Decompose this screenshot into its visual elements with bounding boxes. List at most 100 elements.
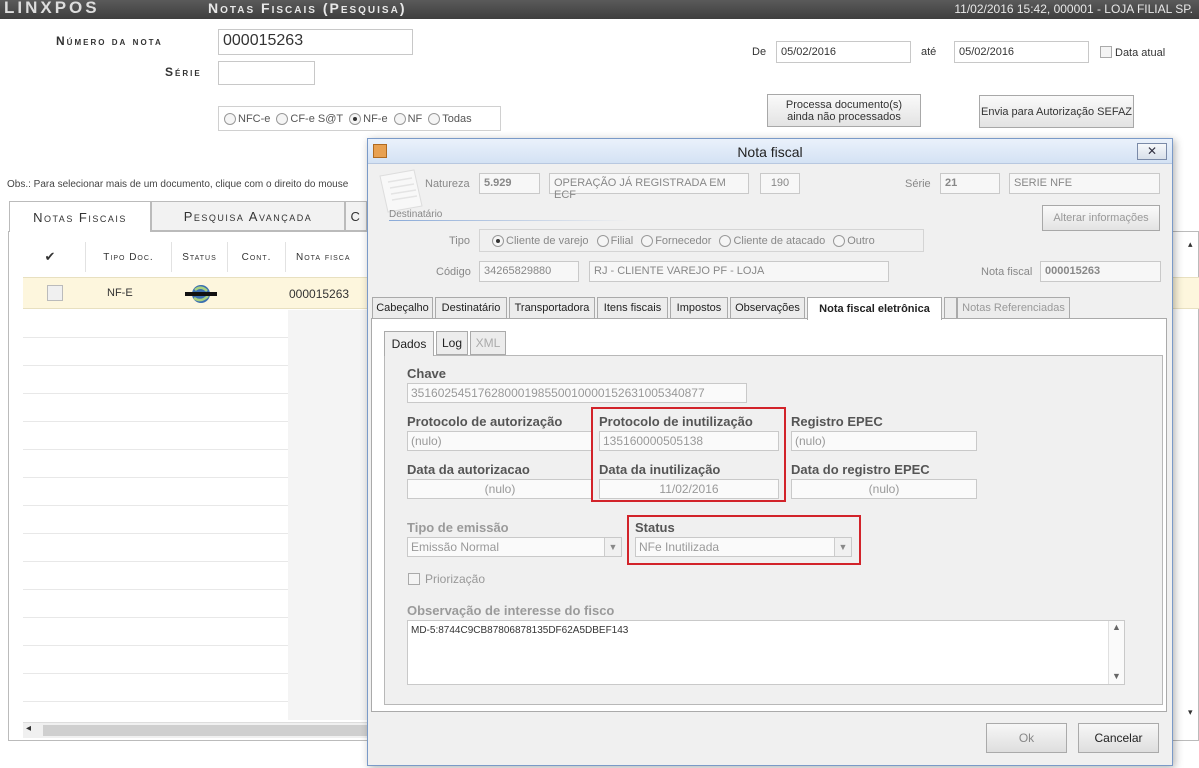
scroll-up-icon[interactable]: ▴ [1188,239,1193,250]
dialog-titlebar: Nota fiscal ✕ [368,139,1172,164]
row-tipo-doc: NF-E [107,287,133,299]
col-cont[interactable]: Cont. [228,242,286,272]
modal-serie-label: Série [905,178,931,190]
tab-cabecalho[interactable]: Cabeçalho [372,297,433,319]
subtab-xml[interactable]: XML [470,331,506,355]
data-ate-input[interactable]: 05/02/2016 [954,41,1089,63]
data-de-input[interactable]: 05/02/2016 [776,41,911,63]
data-epec-field[interactable]: (nulo) [791,479,977,499]
doc-type-radio-group: NFC-e CF-e S@T NF-e NF Todas [218,106,501,131]
tab-destinatario[interactable]: Destinatário [435,297,507,319]
textarea-scrollbar[interactable]: ▲ ▼ [1108,621,1124,684]
dialog-title: Nota fiscal [737,144,803,160]
chave-field[interactable]: 3516025451762800019855001000015263100534… [407,383,747,403]
tab-notas-fiscais[interactable]: Notas Fiscais [9,201,151,232]
tab-observacoes[interactable]: Observações [730,297,805,319]
prot-aut-field[interactable]: (nulo) [407,431,593,451]
cancelar-button[interactable]: Cancelar [1078,723,1159,753]
nota-fiscal-label: Nota fiscal [981,266,1033,278]
scroll-up-icon[interactable]: ▲ [1112,622,1121,632]
grid-vscroll-edge[interactable]: ▴ ▾ [1187,233,1199,723]
radio-icon [276,112,289,125]
priorizacao-checkbox[interactable] [408,573,420,585]
radio-cfe-sat[interactable]: CF-e S@T [276,112,343,125]
obs-fisco-label: Observação de interesse do fisco [407,603,615,618]
processa-button[interactable]: Processa documento(s) ainda não processa… [767,94,921,127]
chevron-down-icon[interactable]: ▼ [604,538,621,556]
col-nota-fiscal[interactable]: Nota fisca [286,242,368,272]
obs-note: Obs.: Para selecionar mais de um documen… [7,179,349,190]
tab-third[interactable]: C [345,201,367,231]
close-icon[interactable]: ✕ [1137,143,1167,160]
data-atual-label: Data atual [1115,47,1166,59]
row-nota-fiscal: 000015263 [289,287,350,301]
row-select-checkbox[interactable] [47,285,63,301]
tipo-emissao-select[interactable]: Emissão Normal ▼ [407,537,622,557]
radio-icon [596,234,609,247]
modal-serie-code[interactable]: 21 [940,173,1000,194]
subtab-dados[interactable]: Dados [384,331,434,356]
scroll-down-icon[interactable]: ▾ [1188,707,1193,718]
subtab-log[interactable]: Log [436,331,468,355]
data-atual-checkbox[interactable] [1100,46,1112,58]
radio-cliente-varejo[interactable]: Cliente de varejo [492,234,589,247]
radio-icon [719,234,732,247]
nota-fiscal-value[interactable]: 000015263 [1040,261,1161,282]
highlight-status [627,515,861,565]
obs-fisco-textarea[interactable]: MD-5:8744C9CB87806878135DF62A5DBEF143 ▲ … [407,620,1125,685]
radio-icon [393,112,406,125]
data-epec-label: Data do registro EPEC [791,462,930,477]
natureza-desc[interactable]: OPERAÇÃO JÁ REGISTRADA EM ECF [549,173,749,201]
codigo-input[interactable]: 34265829880 [479,261,579,282]
col-status[interactable]: Status [172,242,228,272]
tipo-radio-group: Cliente de varejo Filial Fornecedor Clie… [479,229,924,252]
priorizacao-label: Priorização [425,572,486,586]
col-select[interactable]: ✔ [16,242,86,272]
radio-fornecedor[interactable]: Fornecedor [641,234,711,247]
radio-cliente-atacado[interactable]: Cliente de atacado [719,234,825,247]
reg-epec-field[interactable]: (nulo) [791,431,977,451]
codigo-label: Código [436,266,471,278]
data-aut-field[interactable]: (nulo) [407,479,593,499]
scroll-thumb[interactable] [43,725,368,736]
codigo-desc[interactable]: RJ - CLIENTE VAREJO PF - LOJA [589,261,889,282]
grid-column-shade [288,310,368,720]
serie-label: Série [165,65,202,79]
tab-transportadora[interactable]: Transportadora [509,297,595,319]
session-status: 11/02/2016 15:42, 000001 - LOJA FILIAL S… [954,2,1193,16]
tab-itens-fiscais[interactable]: Itens fiscais [597,297,668,319]
natureza-code[interactable]: 5.929 [479,173,540,194]
tab-pesquisa-avancada[interactable]: Pesquisa Avançada [151,201,345,231]
tab-impostos[interactable]: Impostos [670,297,728,319]
envia-sefaz-button[interactable]: Envia para Autorização SEFAZ [979,95,1134,128]
highlight-inutilizacao [591,407,786,502]
radio-nf[interactable]: NF [393,112,422,125]
scroll-down-icon[interactable]: ▼ [1112,671,1121,681]
radio-todas[interactable]: Todas [428,112,472,125]
numero-nota-input[interactable]: 000015263 [218,29,413,55]
natureza-extra[interactable]: 190 [760,173,800,194]
page-title: Notas Fiscais (Pesquisa) [208,0,407,16]
tab-nota-fiscal-eletronica[interactable]: Nota fiscal eletrônica [807,297,942,320]
grid-header: ✔ Tipo Doc. Status Cont. Nota fisca [16,242,368,272]
alterar-informacoes-button[interactable]: Alterar informações [1042,205,1160,231]
grid-hscrollbar[interactable]: ◂ [23,722,368,738]
radio-filial[interactable]: Filial [596,234,633,247]
tab-notas-referenciadas[interactable]: Notas Referenciadas [957,297,1070,319]
tipo-label: Tipo [449,235,470,247]
reg-epec-label: Registro EPEC [791,414,883,429]
serie-input[interactable] [218,61,315,85]
tab-spacer [944,297,957,319]
scroll-left-icon[interactable]: ◂ [26,723,31,734]
radio-nfce[interactable]: NFC-e [224,112,270,125]
col-tipo-doc[interactable]: Tipo Doc. [86,242,172,272]
modal-serie-desc[interactable]: SERIE NFE [1009,173,1160,194]
ok-button[interactable]: Ok [986,723,1067,753]
radio-outro[interactable]: Outro [833,234,875,247]
destinatario-label: Destinatário [389,209,443,220]
radio-nfe[interactable]: NF-e [349,112,388,125]
radio-icon [641,234,654,247]
radio-icon [224,112,236,125]
app-brand: LINXPOS [4,0,100,17]
data-aut-label: Data da autorizacao [407,462,530,477]
